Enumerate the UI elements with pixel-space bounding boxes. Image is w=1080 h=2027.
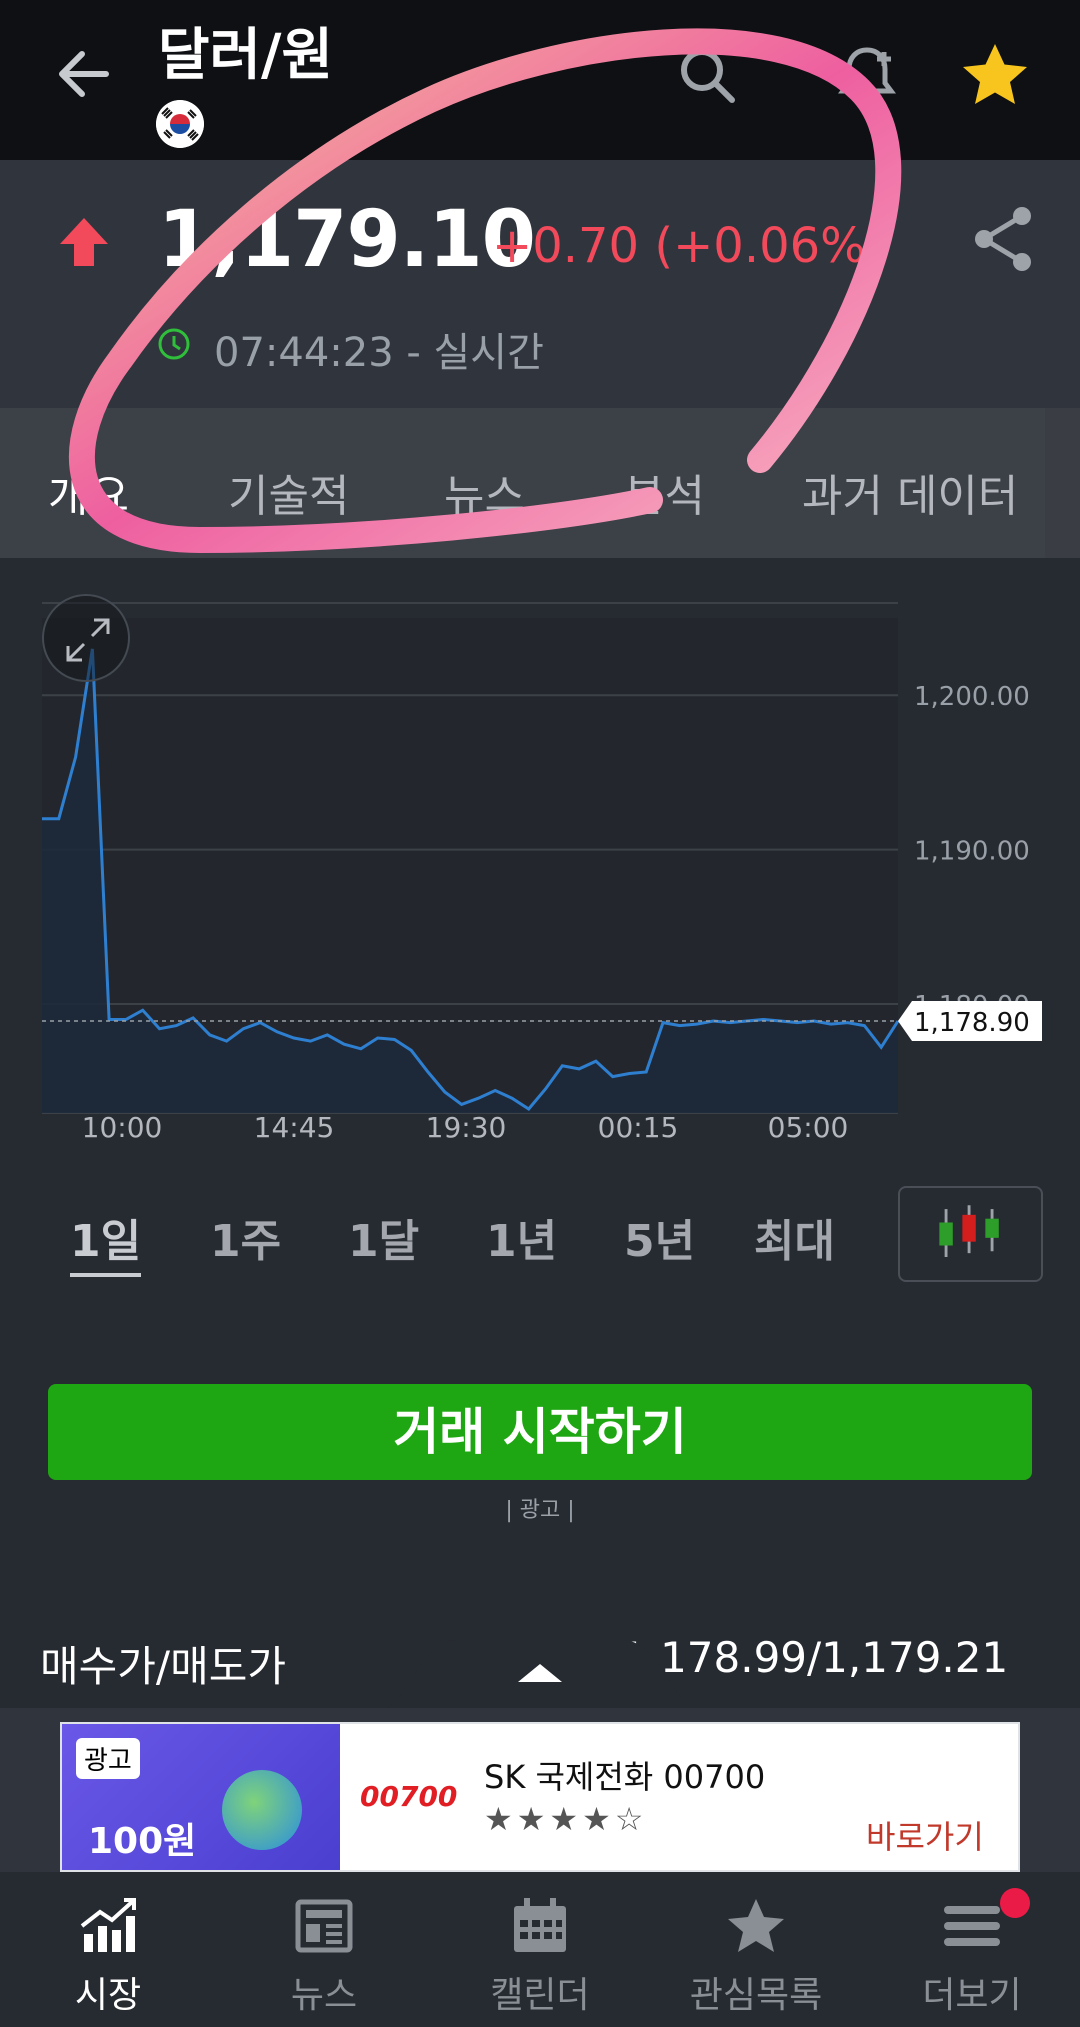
ad-link[interactable]: 바로가기 — [866, 1812, 984, 1858]
clock-icon — [158, 328, 190, 360]
page-title: 달러/원 — [158, 23, 334, 88]
star-icon — [728, 1899, 784, 1952]
start-trading-button[interactable]: 거래 시작하기 — [48, 1384, 1032, 1480]
last-price: 1,179.10 — [158, 195, 536, 285]
tab-technical[interactable]: 기술적 — [228, 460, 349, 524]
top-bar: 달러/원 — [0, 0, 1080, 160]
x-tick-label: 19:30 — [426, 1111, 507, 1144]
chart-svg: 1,200.001,190.001,180.001,178.9010:0014:… — [42, 602, 1042, 1144]
price-change: +0.70 (+0.06%) — [492, 218, 885, 274]
star-icon[interactable] — [960, 40, 1030, 110]
market-chart-icon — [80, 1898, 136, 1952]
quote-time: 07:44:23 - 실시간 — [214, 330, 544, 376]
menu-icon — [944, 1906, 1000, 1946]
range-max[interactable]: 최대 — [754, 1205, 835, 1269]
globe-image — [222, 1770, 302, 1850]
nav-market[interactable]: 시장 — [0, 1872, 216, 2027]
south-korea-flag-icon — [156, 100, 204, 148]
range-1w[interactable]: 1주 — [210, 1205, 281, 1269]
y-tick-label: 1,190.00 — [914, 837, 1030, 867]
nav-more[interactable]: 더보기 — [864, 1872, 1080, 2027]
last-price-label: 1,178.90 — [914, 1008, 1030, 1038]
tab-analysis[interactable]: 분석 — [624, 460, 705, 524]
nav-label: 관심목록 — [689, 1975, 823, 2016]
ad-tag: 광고 — [76, 1738, 140, 1779]
ad-banner: 광고 100원 00700 SK 국제전화 00700 ★★★★☆ 바로가기 — [0, 1708, 1080, 1872]
range-1d[interactable]: 1일 — [70, 1205, 142, 1277]
ad-rating: ★★★★☆ — [484, 1800, 648, 1838]
x-tick-label: 14:45 — [254, 1111, 335, 1144]
nav-label: 뉴스 — [290, 1975, 358, 2016]
range-5y[interactable]: 5년 — [624, 1205, 695, 1269]
tab-overview[interactable]: 개요 — [48, 460, 129, 524]
x-tick-label: 05:00 — [768, 1111, 849, 1144]
nav-calendar[interactable]: 캘린더 — [432, 1872, 648, 2027]
x-tick-label: 00:15 — [598, 1111, 679, 1144]
chart-type-button[interactable] — [898, 1186, 1043, 1282]
nav-label: 캘린더 — [490, 1975, 590, 2016]
ad-card[interactable]: 광고 100원 00700 SK 국제전화 00700 ★★★★☆ 바로가기 — [60, 1722, 1020, 1872]
nav-news[interactable]: 뉴스 — [216, 1872, 432, 2027]
arrow-up-icon — [60, 218, 108, 266]
nav-label: 시장 — [74, 1975, 142, 2016]
y-tick-label: 1,200.00 — [914, 682, 1030, 712]
nav-watchlist[interactable]: 관심목록 — [648, 1872, 864, 2027]
bottom-nav: 시장 뉴스 캘린더 관심목록 더보기 — [0, 1872, 1080, 2027]
candlestick-icon — [939, 1205, 999, 1257]
quote-panel: 1,179.10 +0.70 (+0.06%) 07:44:23 - 실시간 — [0, 160, 1080, 408]
bell-plus-icon[interactable] — [832, 40, 902, 110]
search-icon[interactable] — [672, 40, 742, 110]
calendar-icon — [514, 1898, 566, 1952]
tab-historical-data[interactable]: 과거 데이터 — [802, 460, 1018, 524]
section-tabs: 개요 기술적 뉴스 분석 과거 데이터 — [0, 408, 1080, 558]
ad-title: SK 국제전화 00700 — [484, 1758, 766, 1796]
expand-icon[interactable] — [42, 594, 130, 682]
ad-logo: 00700 — [360, 1780, 458, 1813]
share-icon[interactable] — [972, 204, 1036, 274]
ad-label: | 광고 | — [505, 1498, 575, 1523]
x-tick-label: 10:00 — [82, 1111, 163, 1144]
nav-label: 더보기 — [922, 1975, 1022, 2016]
expand-panel-button[interactable] — [378, 1640, 702, 1710]
range-1y[interactable]: 1년 — [486, 1205, 557, 1269]
ad-image-text: 100원 — [88, 1821, 197, 1862]
bid-ask-label: 매수가/매도가 — [40, 1642, 286, 1691]
price-chart[interactable]: 1,200.001,190.001,180.001,178.9010:0014:… — [0, 558, 1080, 1158]
arrow-left-icon[interactable] — [48, 38, 120, 110]
tab-news[interactable]: 뉴스 — [444, 460, 525, 524]
notification-badge — [1000, 1888, 1030, 1918]
newspaper-icon — [295, 1899, 353, 1953]
ad-image: 광고 100원 — [62, 1724, 340, 1870]
range-1m[interactable]: 1달 — [348, 1205, 419, 1269]
